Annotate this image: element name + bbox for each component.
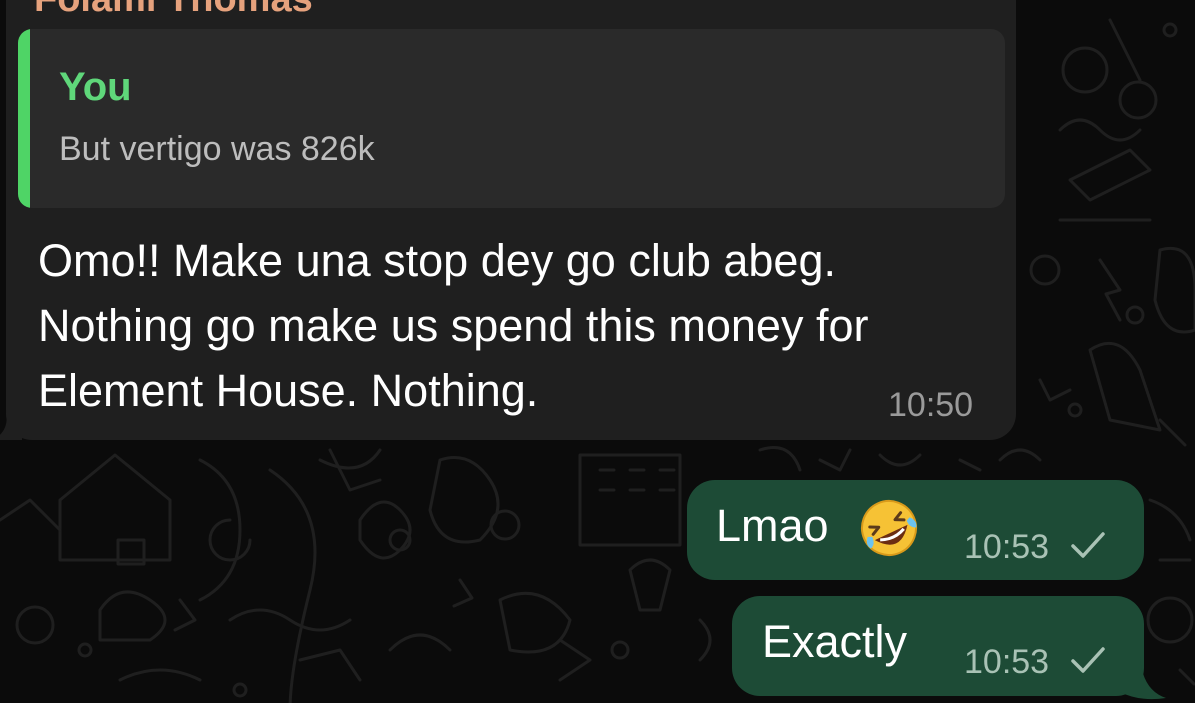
outgoing-message-time: 10:53 — [964, 643, 1050, 681]
quote-text: But vertigo was 826k — [59, 130, 375, 168]
message-line: Element House. Nothing. — [38, 365, 539, 416]
sent-check-icon — [1071, 532, 1105, 558]
chat-view: Folami Thomas You But vertigo was 826k O… — [0, 0, 1195, 703]
outgoing-message-time: 10:53 — [964, 528, 1050, 566]
quoted-reply[interactable]: You But vertigo was 826k — [18, 29, 1005, 208]
sender-name[interactable]: Folami Thomas — [34, 0, 313, 21]
message-line: Nothing go make us spend this money for — [38, 300, 869, 351]
incoming-bubble-tail — [0, 410, 22, 440]
rolling-on-floor-laughing-emoji-icon — [861, 500, 917, 556]
outgoing-message-text: Lmao — [716, 500, 829, 551]
quote-accent-bar — [18, 29, 30, 208]
outgoing-message-text: Exactly — [762, 616, 908, 667]
outgoing-bubble-tail — [1120, 656, 1166, 700]
incoming-message-time: 10:50 — [888, 386, 974, 424]
quote-author: You — [59, 65, 132, 109]
incoming-message-text: Omo!! Make una stop dey go club abeg. No… — [38, 228, 998, 423]
message-line: Omo!! Make una stop dey go club abeg. — [38, 235, 836, 286]
sent-check-icon — [1071, 647, 1105, 673]
